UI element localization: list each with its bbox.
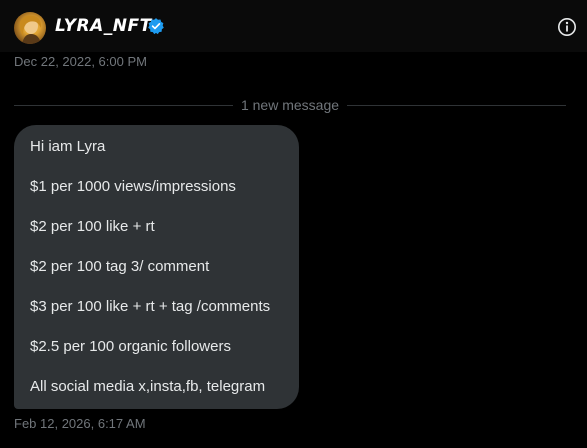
divider-line-right — [347, 104, 566, 106]
message-line: All social media x,insta,fb, telegram — [30, 378, 266, 395]
user-avatar[interactable] — [14, 12, 46, 44]
avatar-image — [19, 15, 42, 44]
message-bubble[interactable]: Hi iam Lyra $1 per 1000 views/impression… — [14, 125, 299, 409]
verified-badge-icon — [148, 18, 164, 35]
message-line: Hi iam Lyra — [30, 138, 106, 155]
message-line: $2 per 100 tag 3/ comment — [30, 258, 210, 275]
conversation-header: LYRA_NFT — [0, 0, 587, 52]
message-timestamp: Feb 12, 2026, 6:17 AM — [14, 416, 146, 431]
conversation-title[interactable]: LYRA_NFT — [55, 16, 152, 36]
divider-line-left — [14, 104, 233, 106]
message-line: $2 per 100 like + rt — [30, 218, 155, 235]
message-line: $1 per 1000 views/impressions — [30, 178, 236, 195]
message-line: $2.5 per 100 organic followers — [30, 338, 231, 355]
earlier-message-timestamp: Dec 22, 2022, 6:00 PM — [14, 54, 147, 69]
new-message-divider: 1 new message — [14, 96, 566, 114]
info-circle-icon[interactable] — [557, 17, 577, 37]
message-line: $3 per 100 like + rt + tag /comments — [30, 298, 271, 315]
new-message-label: 1 new message — [240, 97, 340, 113]
